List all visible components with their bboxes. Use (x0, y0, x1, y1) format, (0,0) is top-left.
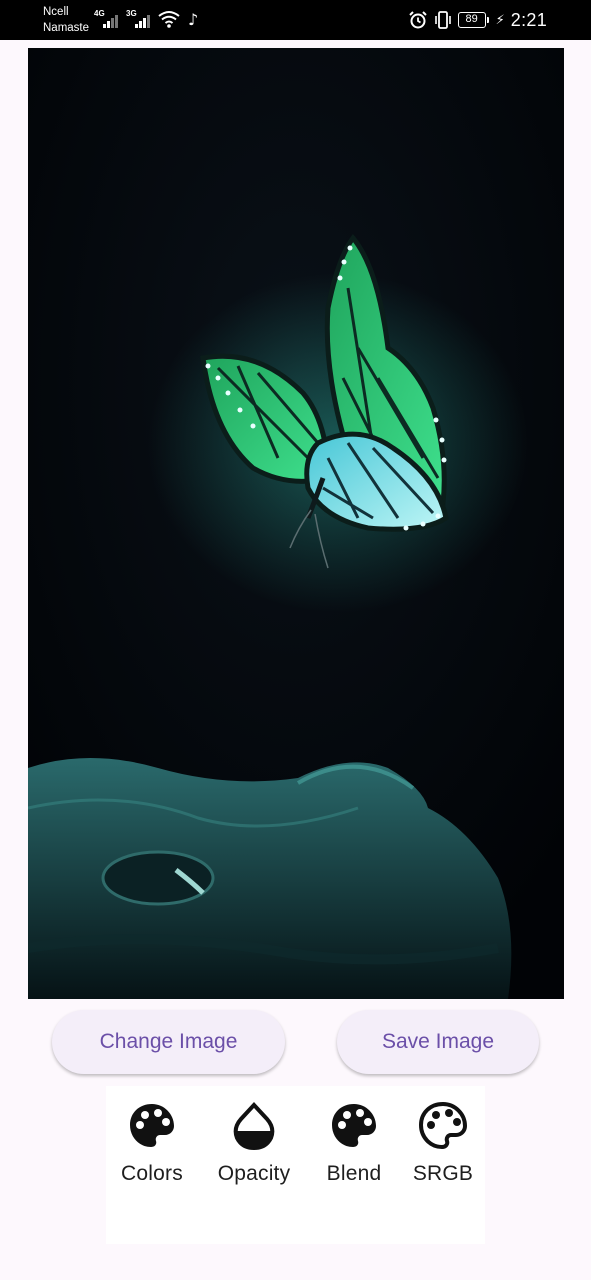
tool-opacity[interactable]: Opacity (204, 1100, 304, 1186)
tool-colors-label: Colors (121, 1162, 183, 1185)
save-image-button[interactable]: Save Image (337, 1010, 539, 1074)
vibrate-icon (434, 11, 451, 29)
alarm-icon (408, 11, 427, 29)
clock-time: 2:21 (510, 9, 547, 30)
carrier-1: Ncell (43, 6, 69, 18)
palette-icon (328, 1100, 380, 1152)
tool-panel: Colors Opacity Blend SRGB (106, 1086, 485, 1244)
music-note-icon: ♪ (188, 10, 199, 29)
sim1-signal-icon: 4G (94, 9, 120, 29)
tool-srgb[interactable]: SRGB (393, 1100, 493, 1186)
carrier-names: Ncell Namaste (43, 4, 89, 36)
battery-level: 89 (457, 12, 486, 28)
butterfly-image (28, 48, 564, 999)
tool-blend[interactable]: Blend (304, 1100, 404, 1186)
wifi-icon (158, 11, 180, 28)
carrier-2: Namaste (43, 22, 90, 34)
image-preview[interactable] (28, 48, 564, 999)
status-right: 89 ⚡ 2:21 (408, 9, 547, 31)
palette-icon (126, 1100, 178, 1152)
sim2-signal-icon: 3G (126, 9, 152, 29)
signal-group: 4G 3G ♪ (94, 9, 198, 29)
palette-outline-icon (417, 1100, 469, 1152)
charging-icon: ⚡ (495, 12, 505, 28)
tool-colors[interactable]: Colors (102, 1100, 202, 1186)
status-bar: Ncell Namaste 4G 3G ♪ 89 ⚡ 2:21 (0, 0, 591, 40)
tool-opacity-label: Opacity (217, 1162, 291, 1185)
change-image-button[interactable]: Change Image (52, 1010, 285, 1074)
tool-blend-label: Blend (326, 1162, 382, 1185)
tool-srgb-label: SRGB (412, 1162, 474, 1185)
opacity-drop-icon (228, 1100, 280, 1152)
battery-icon: 89 (457, 12, 489, 28)
